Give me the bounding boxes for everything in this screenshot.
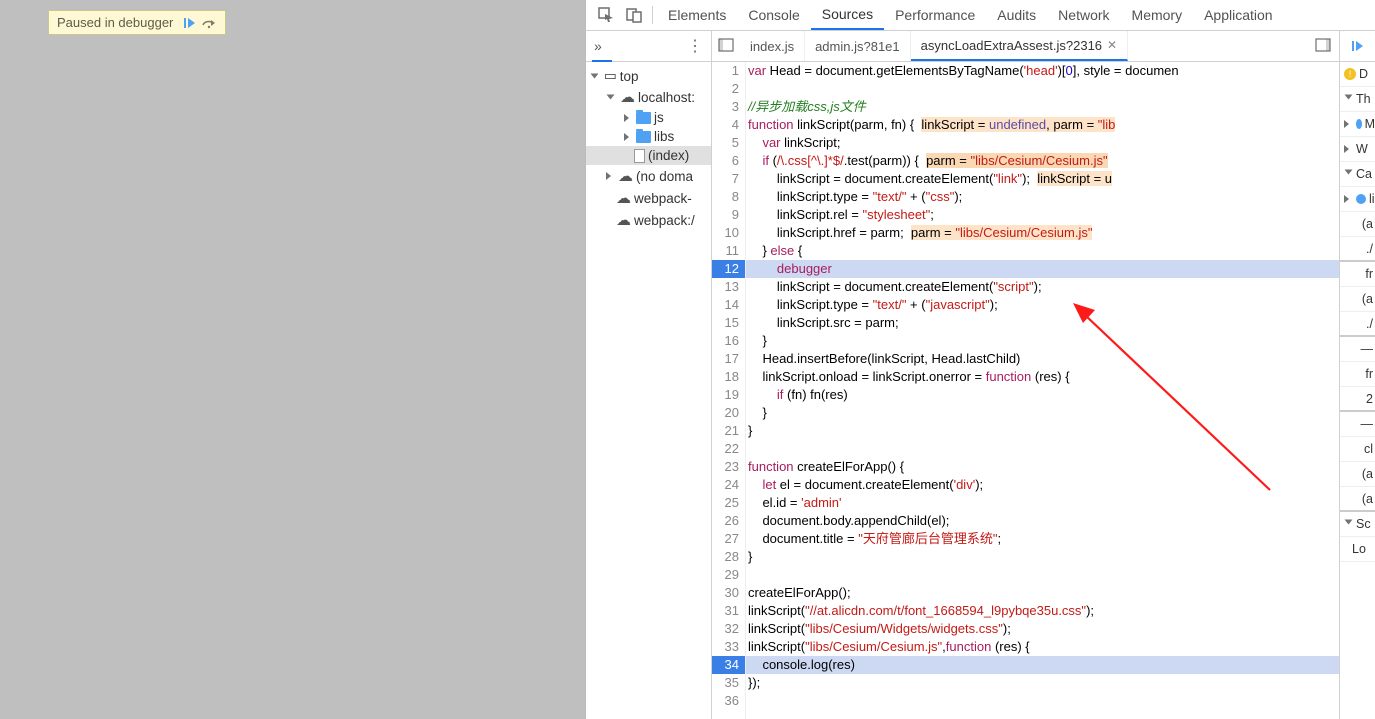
tab-memory[interactable]: Memory — [1121, 0, 1194, 30]
file-tab-asyncload[interactable]: asyncLoadExtraAssest.js?2316✕ — [911, 31, 1128, 61]
devtools-panel: Elements Console Sources Performance Aud… — [585, 0, 1375, 719]
side-row: fr — [1340, 362, 1375, 387]
side-row: (a — [1340, 487, 1375, 512]
file-tab-admin[interactable]: admin.js?81e1 — [805, 31, 911, 61]
resume-icon[interactable] — [183, 17, 197, 29]
tab-performance[interactable]: Performance — [884, 0, 986, 30]
navigator-more-icon[interactable]: ⋮ — [687, 36, 703, 56]
folder-icon — [636, 112, 651, 124]
side-row: 2 — [1340, 387, 1375, 412]
device-toggle-icon[interactable] — [620, 0, 648, 30]
side-row: (a — [1340, 287, 1375, 312]
tree-index-file[interactable]: (index) — [586, 146, 711, 165]
tab-elements[interactable]: Elements — [657, 0, 737, 30]
side-row: ./ — [1340, 237, 1375, 262]
side-row[interactable]: Lo — [1340, 537, 1375, 562]
tab-sources[interactable]: Sources — [811, 0, 884, 30]
file-tree: ▭top ☁localhost: js libs (index) ☁(no do… — [586, 62, 711, 719]
resume-icon[interactable] — [1351, 40, 1365, 52]
cloud-icon: ☁ — [618, 167, 633, 185]
cloud-icon: ☁ — [616, 211, 631, 229]
tree-no-domain[interactable]: ☁(no doma — [586, 165, 711, 187]
thread-dot-icon — [1356, 119, 1362, 129]
paused-in-debugger-badge: Paused in debugger — [48, 10, 226, 35]
side-row[interactable]: Th — [1340, 87, 1375, 112]
side-row: — — [1340, 337, 1375, 362]
side-row[interactable]: W — [1340, 137, 1375, 162]
close-icon[interactable]: ✕ — [1107, 38, 1117, 52]
tree-webpack-2[interactable]: ☁webpack:/ — [586, 209, 711, 231]
tab-application[interactable]: Application — [1193, 0, 1284, 30]
side-row: (a — [1340, 212, 1375, 237]
side-row: ./ — [1340, 312, 1375, 337]
tab-overflow-icon[interactable] — [1307, 38, 1339, 55]
side-row: !D — [1340, 62, 1375, 87]
navigator-panel: » ⋮ ▭top ☁localhost: js libs (index) ☁(n… — [586, 31, 712, 719]
tab-network[interactable]: Network — [1047, 0, 1120, 30]
tab-console[interactable]: Console — [737, 0, 810, 30]
side-row: — — [1340, 412, 1375, 437]
tree-host[interactable]: ☁localhost: — [586, 86, 711, 108]
tab-audits[interactable]: Audits — [986, 0, 1047, 30]
debugger-sidebar: !D Th M W Ca li (a ./ fr (a ./ — fr 2 — … — [1340, 31, 1375, 719]
warning-icon: ! — [1344, 68, 1356, 80]
side-row[interactable]: M — [1340, 112, 1375, 137]
paused-label: Paused in debugger — [57, 15, 173, 30]
thread-dot-icon — [1356, 194, 1366, 204]
side-row[interactable]: Ca — [1340, 162, 1375, 187]
cloud-icon: ☁ — [620, 88, 635, 106]
inspect-icon[interactable] — [592, 0, 620, 30]
step-over-icon[interactable] — [201, 17, 217, 29]
file-tab-index[interactable]: index.js — [740, 31, 805, 61]
folder-icon — [636, 131, 651, 143]
side-row[interactable]: li — [1340, 187, 1375, 212]
watch-toggle-icon[interactable] — [712, 38, 740, 55]
code-editor[interactable]: 1234567891011121314151617181920212223242… — [712, 62, 1339, 719]
source-panel: index.js admin.js?81e1 asyncLoadExtraAss… — [712, 31, 1340, 719]
file-tabbar: index.js admin.js?81e1 asyncLoadExtraAss… — [712, 31, 1339, 62]
devtools-header: Elements Console Sources Performance Aud… — [586, 0, 1375, 31]
side-row[interactable]: Sc — [1340, 512, 1375, 537]
navigator-header: » ⋮ — [586, 31, 711, 62]
tree-webpack-1[interactable]: ☁webpack- — [586, 187, 711, 209]
side-row: (a — [1340, 462, 1375, 487]
file-icon — [634, 149, 645, 163]
side-row: cl — [1340, 437, 1375, 462]
tree-folder-js[interactable]: js — [586, 108, 711, 127]
tree-folder-libs[interactable]: libs — [586, 127, 711, 146]
cloud-icon: ☁ — [616, 189, 631, 207]
window-frame-icon: ▭ — [604, 68, 617, 84]
navigator-chevrons-icon[interactable]: » — [594, 38, 602, 54]
side-row: fr — [1340, 262, 1375, 287]
tree-top[interactable]: ▭top — [586, 66, 711, 86]
